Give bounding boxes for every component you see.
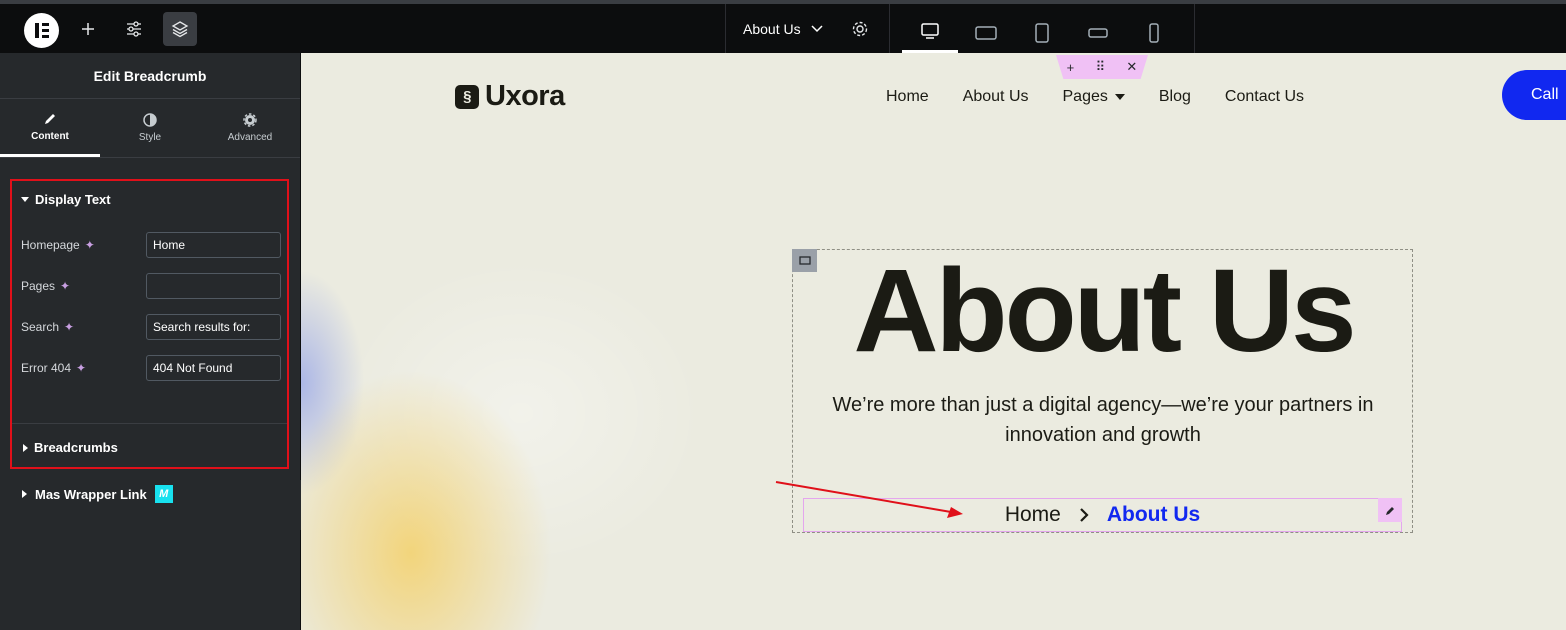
- search-control: Search ✦ Search results for:: [21, 314, 281, 340]
- tablet-landscape-icon[interactable]: [958, 12, 1014, 53]
- nav-item-blog[interactable]: Blog: [1159, 88, 1191, 106]
- panel-tabs: Content Style Advanced: [0, 99, 300, 158]
- homepage-label: Homepage: [21, 238, 80, 252]
- nav-item-home[interactable]: Home: [886, 88, 929, 106]
- breadcrumb-home[interactable]: Home: [1005, 503, 1061, 527]
- tab-content[interactable]: Content: [0, 99, 100, 157]
- caret-down-icon: [1114, 94, 1125, 100]
- mobile-landscape-icon[interactable]: [1070, 12, 1126, 53]
- call-button[interactable]: Call: [1502, 70, 1566, 120]
- site-logo-text: Uxora: [485, 80, 565, 112]
- homepage-input[interactable]: Home: [146, 232, 281, 258]
- settings-sliders-icon[interactable]: [117, 12, 151, 46]
- preview-canvas: § Uxora + ⠿ ✕ Home About Us Pages Blog C…: [301, 53, 1566, 630]
- hero-subtitle: We’re more than just a digital agency—we…: [832, 394, 1374, 446]
- nav-item-contact[interactable]: Contact Us: [1225, 88, 1304, 106]
- breadcrumbs-toggle[interactable]: Breadcrumbs: [23, 440, 118, 455]
- homepage-control: Homepage ✦ Home: [21, 232, 281, 258]
- tab-content-label: Content: [31, 130, 69, 142]
- delete-section-icon[interactable]: ✕: [1126, 59, 1137, 75]
- chevron-right-icon: [1080, 508, 1089, 522]
- add-section-icon[interactable]: +: [1067, 60, 1075, 75]
- nav-item-pages[interactable]: Pages: [1063, 88, 1125, 106]
- annotation-arrow: [775, 481, 963, 518]
- chevron-down-icon: [811, 25, 823, 33]
- edit-widget-pencil-icon[interactable]: [1378, 498, 1402, 522]
- section-divider: [12, 423, 287, 424]
- site-nav: Home About Us Pages Blog Contact Us: [886, 88, 1304, 106]
- tab-advanced[interactable]: Advanced: [200, 99, 300, 157]
- error-404-input[interactable]: 404 Not Found: [146, 355, 281, 381]
- pages-input[interactable]: [146, 273, 281, 299]
- desktop-device-icon[interactable]: [902, 12, 958, 53]
- site-logo[interactable]: § Uxora: [455, 80, 565, 113]
- search-label: Search: [21, 320, 60, 334]
- caret-right-icon: [22, 490, 27, 498]
- display-text-heading: Display Text: [35, 192, 111, 207]
- section-handle[interactable]: + ⠿ ✕: [1056, 55, 1148, 79]
- nav-item-pages-label: Pages: [1062, 88, 1108, 105]
- ai-sparkle-icon[interactable]: ✦: [60, 279, 70, 293]
- tab-advanced-label: Advanced: [227, 132, 273, 143]
- display-text-toggle[interactable]: Display Text: [21, 192, 111, 207]
- pages-control: Pages ✦: [21, 273, 281, 299]
- page-selector[interactable]: About Us: [743, 18, 823, 40]
- breadcrumbs-heading: Breadcrumbs: [34, 440, 118, 455]
- mobile-portrait-icon[interactable]: [1126, 12, 1182, 53]
- page-name: About Us: [743, 21, 801, 37]
- page-settings-gear-icon[interactable]: [843, 12, 877, 46]
- gear-icon: [243, 113, 257, 127]
- ai-sparkle-icon[interactable]: ✦: [76, 361, 86, 375]
- pages-label: Pages: [21, 279, 56, 293]
- editor-panel: Edit Breadcrumb Content Style Advanced D…: [0, 53, 300, 630]
- caret-right-icon: [23, 443, 28, 452]
- mas-badge: M: [154, 485, 173, 503]
- error-404-control: Error 404 ✦ 404 Not Found: [21, 355, 281, 381]
- elementor-logo-icon[interactable]: [24, 13, 59, 48]
- ai-sparkle-icon[interactable]: ✦: [64, 320, 74, 334]
- nav-item-about[interactable]: About Us: [963, 88, 1029, 106]
- ai-sparkle-icon[interactable]: ✦: [85, 238, 95, 252]
- error-404-label: Error 404: [21, 361, 72, 375]
- mas-wrapper-toggle[interactable]: Mas Wrapper Link M: [22, 485, 173, 503]
- tab-style[interactable]: Style: [100, 99, 200, 157]
- tab-style-label: Style: [138, 132, 162, 143]
- mas-wrapper-label: Mas Wrapper Link: [35, 486, 147, 502]
- editor-topbar: About Us: [0, 0, 1566, 53]
- caret-down-icon: [21, 197, 29, 202]
- layers-icon[interactable]: [163, 12, 197, 46]
- tablet-portrait-icon[interactable]: [1014, 12, 1070, 53]
- add-element-icon[interactable]: [71, 12, 105, 46]
- display-text-section: Display Text Homepage ✦ Home Pages ✦ Searc…: [10, 179, 289, 469]
- hero-title: About Us: [853, 245, 1356, 377]
- panel-title: Edit Breadcrumb: [0, 53, 300, 99]
- breadcrumb-current: About Us: [1106, 503, 1201, 526]
- drag-handle-icon[interactable]: ⠿: [1096, 59, 1106, 75]
- logo-mark-icon: §: [455, 84, 479, 109]
- half-circle-icon: [143, 113, 157, 127]
- pencil-icon: [45, 113, 55, 124]
- search-input[interactable]: Search results for:: [146, 314, 281, 340]
